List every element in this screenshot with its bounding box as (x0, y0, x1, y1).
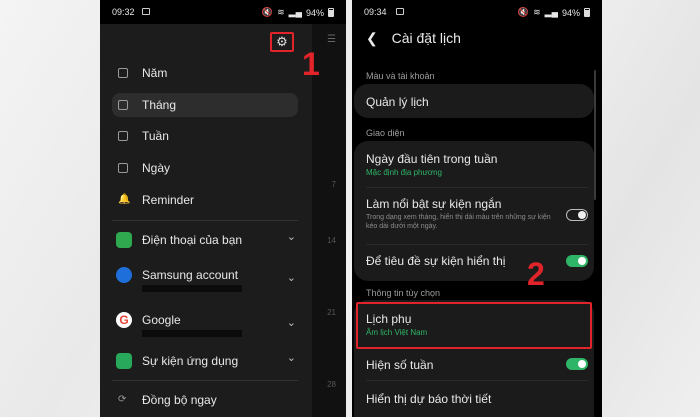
status-right: 🔇 ≋ ▂▄ 94% (262, 7, 334, 18)
battery-percent: 94% (305, 7, 324, 18)
week-numbers-row[interactable]: Hiện số tuần (366, 358, 588, 372)
status-right: 🔇 ≋ ▂▄ 94% (518, 7, 590, 18)
row-title: Làm nổi bật sự kiện ngắn (366, 197, 502, 211)
account-label: Sự kiện ứng dụng (142, 354, 239, 368)
chevron-down-icon: ⌄ (286, 272, 296, 284)
calendar-icon (118, 68, 128, 78)
section-header: Giao diện (366, 128, 405, 138)
signal-icon: ▂▄ (288, 7, 302, 17)
mute-icon: 🔇 (261, 7, 274, 17)
account-app-events[interactable]: Sự kiện ứng dụng ⌄ (100, 349, 312, 377)
weather-forecast-row[interactable]: Hiển thị dự báo thời tiết (366, 392, 588, 406)
gear-icon: ⚙ (276, 34, 288, 49)
strip-date: 28 (327, 380, 336, 389)
menu-label: Tuần (142, 129, 169, 143)
divider (112, 220, 298, 221)
divider (366, 187, 588, 188)
settings-gear-button[interactable]: ⚙ (270, 32, 294, 52)
scrollbar[interactable] (594, 70, 596, 200)
menu-item-reminder[interactable]: 🔔 Reminder (100, 188, 312, 212)
status-bar: 09:34 🔇 ≋ ▂▄ 94% (352, 0, 602, 24)
row-title: Quản lý lịch (366, 95, 429, 109)
menu-label: Tháng (142, 98, 177, 112)
week-numbers-toggle[interactable] (566, 358, 588, 370)
header: ❮ Cài đặt lịch (366, 30, 461, 47)
status-time: 09:32 (112, 7, 135, 17)
bell-icon: 🔔 (118, 194, 131, 205)
wifi-icon: ≋ (277, 7, 285, 17)
row-value: Mặc định địa phương (366, 168, 442, 177)
strip-date: 7 (331, 180, 336, 189)
phone-icon (116, 232, 132, 248)
row-title: Ngày đầu tiên trong tuần (366, 152, 498, 166)
battery-icon (584, 8, 590, 17)
mute-icon: 🔇 (517, 7, 530, 17)
account-label: Samsung account (142, 268, 239, 282)
status-bar: 09:32 🔇 ≋ ▂▄ 94% (100, 0, 346, 24)
section-header: Màu và tài khoản (366, 71, 435, 81)
row-title: Hiển thị dự báo thời tiết (366, 392, 492, 406)
row-title: Hiện số tuần (366, 358, 434, 372)
highlight-toggle[interactable] (566, 209, 588, 221)
account-google[interactable]: G Google ⌄ (100, 308, 312, 337)
row-description: Trong dạng xem tháng, hiển thị dải màu t… (366, 214, 551, 230)
sync-now-item[interactable]: ⟳ Đồng bộ ngay (100, 388, 312, 412)
divider (112, 380, 298, 381)
battery-percent: 94% (561, 7, 580, 18)
row-title: Lịch phụ (366, 312, 412, 326)
status-time: 09:34 (364, 7, 387, 17)
alternate-calendar-row[interactable]: Lịch phụ Âm lịch Việt Nam (366, 312, 588, 337)
manage-calendars-row[interactable]: Quản lý lịch (366, 95, 588, 109)
menu-item-month[interactable]: Tháng (112, 93, 298, 117)
calendar-month-icon (118, 100, 128, 110)
back-arrow-icon[interactable]: ❮ (366, 30, 378, 46)
menu-label: Ngày (142, 161, 171, 175)
first-day-row[interactable]: Ngày đầu tiên trong tuần Mặc định địa ph… (366, 152, 588, 177)
menu-item-week[interactable]: Tuần (100, 124, 312, 148)
divider (366, 380, 588, 381)
chevron-down-icon: ⌄ (286, 231, 296, 243)
wifi-icon: ≋ (533, 7, 541, 17)
sync-icon: ⟳ (118, 394, 127, 405)
menu-label: Reminder (142, 193, 195, 207)
navigation-drawer: ⚙ Năm Tháng Tuần Ngày 🔔 Reminder Điện th… (100, 24, 312, 417)
event-titles-toggle[interactable] (566, 255, 588, 267)
row-title: Để tiêu đề sự kiện hiển thị (366, 254, 506, 268)
redacted-email (142, 285, 242, 292)
chevron-down-icon: ⌄ (286, 352, 296, 364)
chevron-down-icon: ⌄ (286, 317, 296, 329)
redacted-email (142, 330, 242, 337)
gallery-icon (396, 8, 404, 15)
calendar-day-icon (118, 163, 128, 173)
account-phone[interactable]: Điện thoại của bạn ⌄ (100, 228, 312, 256)
strip-date: 14 (327, 236, 336, 245)
menu-item-year[interactable]: Năm (100, 61, 312, 85)
menu-lines-icon: ☰ (327, 34, 336, 45)
right-phone-screen: 09:34 🔇 ≋ ▂▄ 94% ❮ Cài đặt lịch Màu và t… (352, 0, 602, 417)
row-value: Âm lịch Việt Nam (366, 328, 428, 337)
strip-date: 21 (327, 308, 336, 317)
divider (366, 244, 588, 245)
page-title: Cài đặt lịch (391, 30, 461, 46)
battery-icon (328, 8, 334, 17)
sync-label: Đồng bộ ngay (142, 393, 217, 407)
samsung-account-icon (116, 267, 132, 283)
menu-label: Năm (142, 66, 168, 80)
account-label: Điện thoại của bạn (142, 233, 243, 247)
app-events-icon (116, 353, 132, 369)
account-label: Google (142, 313, 181, 327)
calendar-week-icon (118, 131, 128, 141)
account-samsung[interactable]: Samsung account ⌄ (100, 263, 312, 292)
google-icon: G (116, 312, 132, 328)
step-marker: 2 (527, 256, 545, 292)
menu-item-day[interactable]: Ngày (100, 156, 312, 180)
event-titles-row[interactable]: Để tiêu đề sự kiện hiển thị (366, 254, 588, 268)
step-marker: 1 (302, 46, 320, 82)
signal-icon: ▂▄ (544, 7, 558, 17)
highlight-short-events-row[interactable]: Làm nổi bật sự kiện ngắn Trong dạng xem … (366, 197, 588, 231)
section-header: Thông tin tùy chọn (366, 288, 441, 298)
gallery-icon (142, 8, 150, 15)
